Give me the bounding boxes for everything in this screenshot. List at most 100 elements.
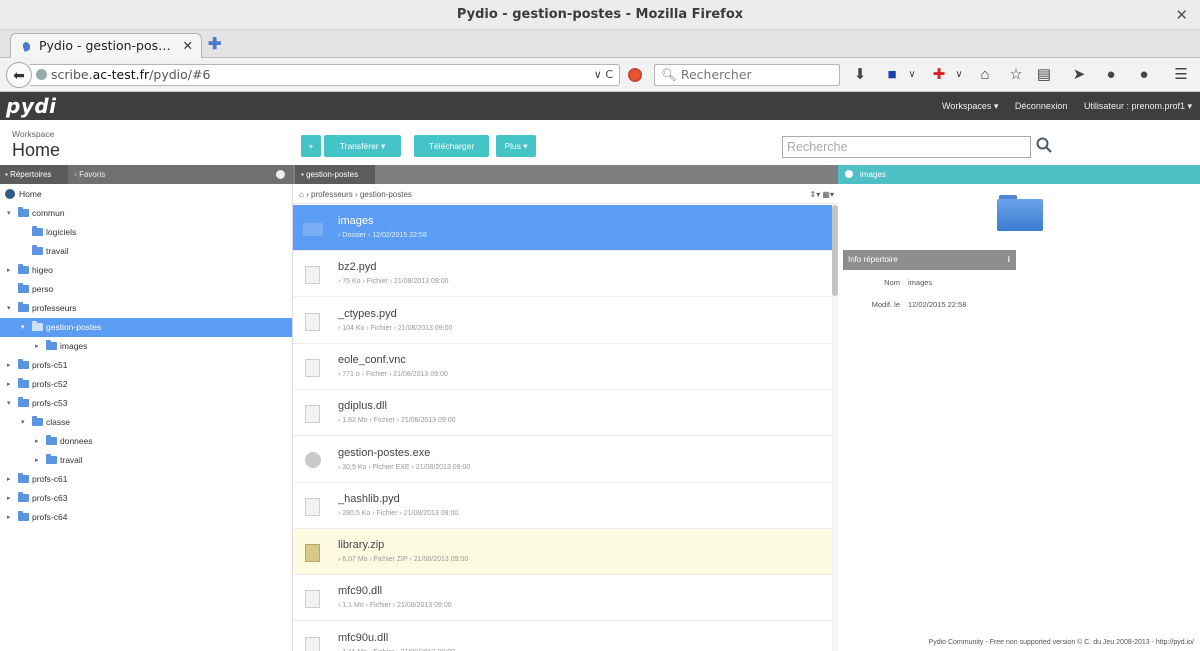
noscript-icon[interactable] bbox=[628, 68, 642, 82]
save-disk-icon[interactable]: ■ bbox=[882, 64, 902, 86]
tree-node[interactable]: ▸ profs-c63 bbox=[0, 489, 292, 508]
more-button[interactable]: Plus ▾ bbox=[496, 135, 536, 157]
tree-node[interactable]: ▸ donnees bbox=[0, 432, 292, 451]
site-identity-icon[interactable] bbox=[36, 69, 47, 80]
file-row[interactable]: images › Dossier › 12/02/2015 22:58 bbox=[293, 205, 833, 251]
tree-node[interactable]: ▾ professeurs bbox=[0, 299, 292, 318]
expand-arrow-icon[interactable]: ▸ bbox=[7, 470, 15, 489]
scrollbar-thumb[interactable] bbox=[832, 205, 838, 296]
close-tab-icon[interactable]: ✕ bbox=[183, 34, 193, 58]
url-dropdown-reload[interactable]: ∨ C bbox=[594, 65, 613, 85]
file-list-scrollbar[interactable] bbox=[832, 205, 838, 651]
tree-node[interactable]: ▾ commun bbox=[0, 204, 292, 223]
pocket-icon[interactable]: ● bbox=[1101, 64, 1121, 86]
chat-icon[interactable]: ● bbox=[1134, 64, 1154, 86]
settings-gear-icon[interactable] bbox=[276, 170, 285, 179]
home-icon[interactable]: ⌂ bbox=[975, 64, 995, 86]
download-button[interactable]: Télécharger bbox=[414, 135, 489, 157]
expand-arrow-icon[interactable]: ▸ bbox=[35, 432, 43, 451]
search-icon[interactable] bbox=[1036, 137, 1052, 153]
download-icon[interactable]: ⬇ bbox=[850, 64, 870, 86]
tree-node[interactable]: ▾ gestion-postes bbox=[0, 318, 292, 337]
tree-node[interactable]: ▸ images bbox=[0, 337, 292, 356]
tree-node[interactable]: ▸ travail bbox=[0, 451, 292, 470]
view-controls[interactable]: ⇕▾ ▦▾ bbox=[809, 185, 834, 204]
save-dropdown-icon[interactable]: ∨ bbox=[902, 64, 922, 86]
info-header[interactable]: Info répertoire i bbox=[843, 250, 1016, 270]
collapse-arrow-icon[interactable]: ▾ bbox=[7, 394, 15, 413]
browser-tab-title: Pydio - gestion-pos… bbox=[39, 38, 171, 53]
tab-favoris[interactable]: ▫ Favoris bbox=[70, 165, 105, 184]
breadcrumb-path[interactable]: professeurs › gestion-postes bbox=[311, 190, 412, 199]
browser-search-input[interactable]: 🔍︎ Rechercher bbox=[654, 64, 840, 86]
tab-gestion-postes[interactable]: ▪ gestion-postes bbox=[295, 165, 375, 184]
tree-node[interactable]: ▸ profs-c64 bbox=[0, 508, 292, 527]
file-name: gdiplus.dll bbox=[338, 400, 387, 413]
tree-node[interactable]: ▸ profs-c52 bbox=[0, 375, 292, 394]
collapse-arrow-icon[interactable]: ▾ bbox=[21, 318, 29, 337]
user-menu[interactable]: Utilisateur : prenom.prof1 ▾ bbox=[1084, 101, 1192, 111]
tree-node[interactable]: ▾ classe bbox=[0, 413, 292, 432]
first-aid-icon[interactable]: ✚ bbox=[929, 64, 949, 86]
expand-arrow-icon[interactable]: ▸ bbox=[35, 337, 43, 356]
file-row[interactable]: bz2.pyd › 75 Ko › Fichier › 21/08/2013 09… bbox=[293, 251, 833, 298]
tree-node[interactable]: ▸ profs-c61 bbox=[0, 470, 292, 489]
collapse-arrow-icon[interactable]: ▾ bbox=[7, 299, 15, 318]
browser-tab[interactable]: Pydio - gestion-pos… ✕ bbox=[10, 33, 202, 59]
file-icon bbox=[305, 358, 320, 377]
workspaces-menu[interactable]: Workspaces ▾ bbox=[942, 101, 998, 111]
tree-node[interactable]: travail bbox=[0, 242, 292, 261]
tree-node[interactable]: Home bbox=[0, 185, 292, 204]
url-path: /pydio/#6 bbox=[149, 67, 211, 82]
new-tab-icon[interactable]: ✚ bbox=[208, 34, 221, 54]
menu-icon[interactable]: ☰ bbox=[1171, 64, 1191, 86]
file-row[interactable]: mfc90u.dll› 1,11 Mo › Fichier › 21/08/20… bbox=[293, 621, 833, 651]
collapse-arrow-icon[interactable]: ▾ bbox=[21, 413, 29, 432]
file-row[interactable]: _ctypes.pyd › 104 Ko › Fichier › 21/08/20… bbox=[293, 297, 833, 344]
file-row[interactable]: library.zip › 6,07 Mo › Fichier ZIP › 21/… bbox=[293, 529, 833, 576]
aid-dropdown-icon[interactable]: ∨ bbox=[949, 64, 969, 86]
bookmark-star-icon[interactable]: ☆ bbox=[1006, 64, 1026, 86]
send-icon[interactable]: ➤ bbox=[1069, 64, 1089, 86]
expand-arrow-icon[interactable]: ▸ bbox=[7, 375, 15, 394]
tab-repertoires[interactable]: ▪ Répertoires bbox=[0, 165, 68, 184]
file-meta: › 1,1 Mo › Fichier › 21/08/2013 09:00 bbox=[338, 602, 452, 610]
expand-arrow-icon[interactable]: ▸ bbox=[7, 489, 15, 508]
home-crumb-icon[interactable]: ⌂ bbox=[299, 190, 304, 199]
back-button[interactable]: ⬅ bbox=[6, 62, 32, 88]
close-window-icon[interactable]: ✕ bbox=[1175, 0, 1188, 30]
tree-node-label: travail bbox=[46, 246, 69, 256]
file-row[interactable]: _hashlib.pyd › 280,5 Ko › Fichier › 21/08… bbox=[293, 482, 833, 529]
file-meta: › 1,62 Mo › Fichier › 21/08/2013 09:00 bbox=[338, 417, 456, 425]
add-button[interactable]: + bbox=[301, 135, 321, 157]
gear-icon bbox=[305, 451, 321, 468]
file-icon bbox=[305, 497, 320, 516]
tree-node[interactable]: perso bbox=[0, 280, 292, 299]
file-row[interactable]: mfc90.dll › 1,1 Mo › Fichier › 21/08/2013… bbox=[293, 575, 833, 622]
file-row[interactable]: eole_conf.vnc › 771 o › Fichier › 21/08/2… bbox=[293, 343, 833, 390]
expand-arrow-icon[interactable]: ▸ bbox=[7, 356, 15, 375]
tree-node[interactable]: ▸ profs-c51 bbox=[0, 356, 292, 375]
expand-arrow-icon[interactable]: ▸ bbox=[7, 261, 15, 280]
collapse-arrow-icon[interactable]: ▾ bbox=[7, 204, 15, 223]
app-search-input[interactable]: Recherche bbox=[782, 136, 1031, 158]
reading-list-icon[interactable]: ▤ bbox=[1034, 64, 1054, 86]
file-name: eole_conf.vnc bbox=[338, 353, 406, 366]
folder-icon bbox=[18, 492, 29, 502]
file-name: library.zip bbox=[338, 539, 385, 552]
file-row[interactable]: gestion-postes.exe › 30,5 Ko › Fichier EX… bbox=[293, 436, 833, 483]
url-bar[interactable]: scribe.ac-test.fr/pydio/#6 ∨ C bbox=[30, 64, 620, 86]
tree-node[interactable]: ▸ higeo bbox=[0, 261, 292, 280]
folder-icon bbox=[46, 454, 57, 464]
tree-node[interactable]: ▾ profs-c53 bbox=[0, 394, 292, 413]
tree-node-label: Home bbox=[19, 189, 42, 199]
pydio-logo[interactable]: pydi bbox=[6, 94, 57, 118]
transfer-button[interactable]: Transférer ▾ bbox=[324, 135, 401, 157]
logout-link[interactable]: Déconnexion bbox=[1015, 101, 1068, 111]
info-name-value: images bbox=[908, 278, 933, 287]
right-panel-header: images bbox=[838, 165, 1200, 184]
file-row[interactable]: gdiplus.dll › 1,62 Mo › Fichier › 21/08/2… bbox=[293, 390, 833, 437]
expand-arrow-icon[interactable]: ▸ bbox=[7, 508, 15, 527]
expand-arrow-icon[interactable]: ▸ bbox=[35, 451, 43, 470]
tree-node[interactable]: logiciels bbox=[0, 223, 292, 242]
